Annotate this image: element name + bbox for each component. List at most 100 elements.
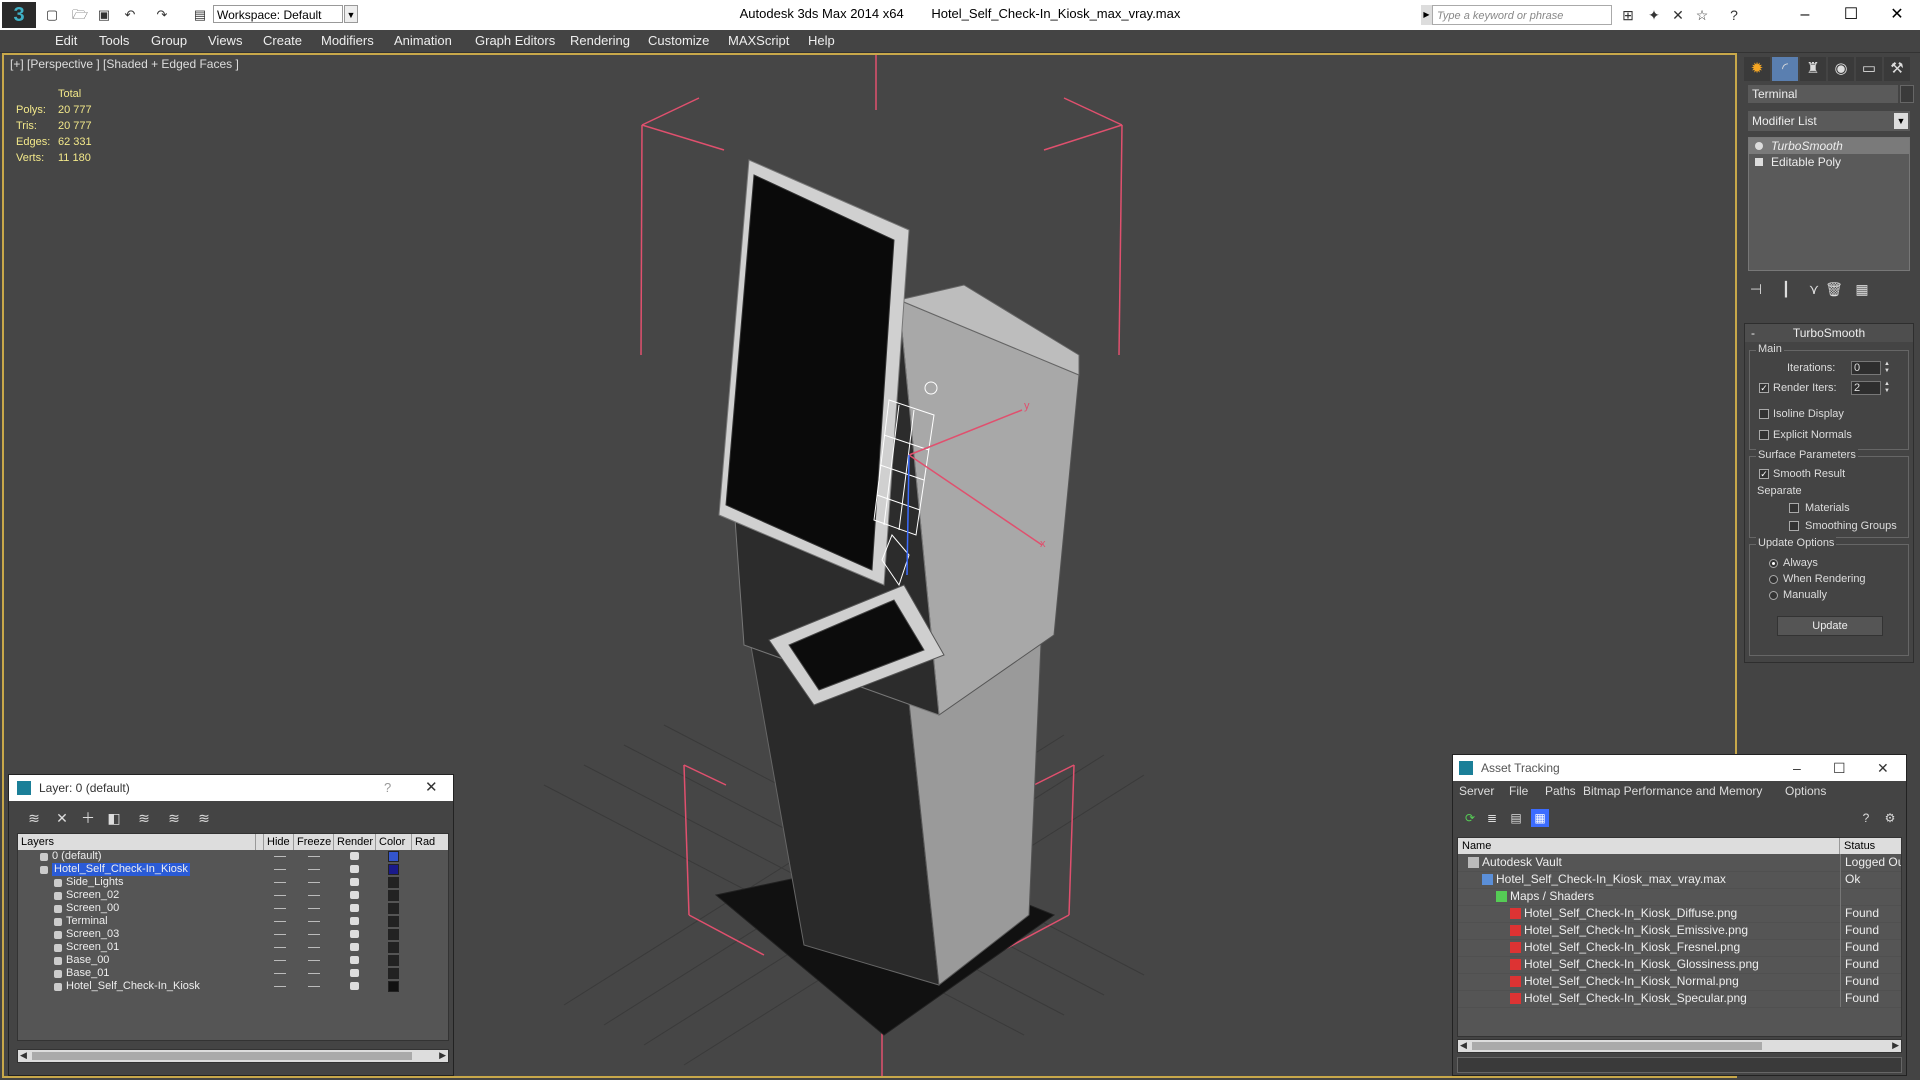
tree-view-icon[interactable]: ▤ (1507, 809, 1525, 827)
update-button[interactable]: Update (1777, 616, 1883, 636)
select-objects-icon[interactable]: ◧ (103, 808, 125, 828)
menu-rendering[interactable]: Rendering (570, 30, 630, 52)
menu-maxscript[interactable]: MAXScript (728, 30, 789, 52)
always-radio[interactable] (1769, 559, 1778, 568)
menu-edit[interactable]: Edit (55, 30, 77, 52)
explicit-normals-checkbox[interactable] (1759, 430, 1769, 440)
layer-name[interactable]: Screen_00 (66, 902, 119, 915)
column-header-name[interactable]: Name (1458, 838, 1840, 854)
help-icon[interactable]: ? (1724, 6, 1744, 24)
layer-name[interactable]: Side_Lights (66, 876, 124, 889)
layer-color-swatch[interactable] (388, 864, 399, 875)
layer-row[interactable]: Terminal (18, 915, 448, 928)
render-toggle-icon[interactable] (350, 969, 359, 977)
render-iters-spinner[interactable]: 2 (1851, 381, 1881, 395)
hide-toggle[interactable] (274, 895, 286, 896)
layer-name[interactable]: Hotel_Self_Check-In_Kiosk (66, 980, 200, 993)
add-to-layer-icon[interactable]: ＋ (77, 808, 99, 828)
render-toggle-icon[interactable] (350, 943, 359, 951)
hide-all-icon[interactable]: ≋ (163, 808, 185, 828)
menu-create[interactable]: Create (263, 30, 302, 52)
viewport-label[interactable]: [+] [Perspective ] [Shaded + Edged Faces… (10, 57, 239, 71)
favorites-star-icon[interactable]: ☆ (1692, 6, 1712, 24)
stack-item-editable-poly[interactable]: Editable Poly (1749, 154, 1909, 170)
render-toggle-icon[interactable] (350, 878, 359, 886)
hide-toggle[interactable] (274, 960, 286, 961)
chevron-down-icon[interactable]: ▼ (1894, 113, 1908, 129)
maximize-button[interactable]: ☐ (1828, 0, 1874, 30)
menu-paths[interactable]: Paths (1545, 784, 1576, 798)
layer-row[interactable]: Screen_03 (18, 928, 448, 941)
manually-radio[interactable] (1769, 591, 1778, 600)
iterations-spinner[interactable]: 0 (1851, 361, 1881, 375)
layer-color-swatch[interactable] (388, 929, 399, 940)
list-view-icon[interactable]: ≣ (1483, 809, 1501, 827)
motion-tab-icon[interactable]: ◉ (1828, 57, 1854, 81)
render-toggle-icon[interactable] (350, 917, 359, 925)
menu-options[interactable]: Options (1785, 784, 1826, 798)
minimize-button[interactable]: – (1782, 0, 1828, 30)
layer-row[interactable]: Base_00 (18, 954, 448, 967)
layer-name[interactable]: Base_01 (66, 967, 109, 980)
hide-toggle[interactable] (274, 921, 286, 922)
asset-row[interactable]: Hotel_Self_Check-In_Kiosk_Specular.png Fo… (1458, 990, 1901, 1008)
freeze-toggle[interactable] (308, 921, 320, 922)
horizontal-scrollbar[interactable]: ◀ ▶ (1457, 1039, 1902, 1053)
rollout-header[interactable]: - TurboSmooth (1745, 324, 1913, 342)
layer-color-swatch[interactable] (388, 968, 399, 979)
freeze-toggle[interactable] (308, 856, 320, 857)
layer-row[interactable]: Hotel_Self_Check-In_Kiosk (18, 980, 448, 993)
layer-name[interactable]: Screen_03 (66, 928, 119, 941)
minimize-icon[interactable]: – (1793, 755, 1801, 781)
hide-toggle[interactable] (274, 856, 286, 857)
menu-group[interactable]: Group (151, 30, 187, 52)
layer-name[interactable]: Terminal (66, 915, 108, 928)
column-header-freeze[interactable]: Freeze (294, 834, 334, 850)
column-header-layers[interactable]: Layers (18, 834, 256, 850)
layer-color-swatch[interactable] (388, 916, 399, 927)
render-iters-checkbox[interactable]: ✓ (1759, 383, 1769, 393)
column-header-render[interactable]: Render (334, 834, 376, 850)
pin-stack-icon[interactable]: ⊣ (1746, 279, 1766, 299)
layer-name[interactable]: Screen_01 (66, 941, 119, 954)
asset-row[interactable]: Hotel_Self_Check-In_Kiosk_Fresnel.png Fou… (1458, 939, 1901, 957)
scroll-right-icon[interactable]: ▶ (1892, 1040, 1899, 1051)
asset-row[interactable]: Hotel_Self_Check-In_Kiosk_Normal.png Foun… (1458, 973, 1901, 991)
column-header-status[interactable]: Status (1840, 838, 1901, 854)
layer-name[interactable]: 0 (default) (52, 850, 102, 863)
scroll-left-icon[interactable]: ◀ (20, 1050, 27, 1061)
lightbulb-icon[interactable] (1755, 142, 1763, 150)
search-expand-icon[interactable]: ▶ (1421, 5, 1432, 25)
layer-name[interactable]: Hotel_Self_Check-In_Kiosk (52, 863, 190, 876)
subscription-icon[interactable]: ✦ (1644, 6, 1664, 24)
layer-row[interactable]: Hotel_Self_Check-In_Kiosk (18, 863, 448, 876)
freeze-toggle[interactable] (308, 934, 320, 935)
freeze-toggle[interactable] (308, 986, 320, 987)
smooth-result-checkbox[interactable]: ✓ (1759, 469, 1769, 479)
scroll-right-icon[interactable]: ▶ (439, 1050, 446, 1061)
show-end-result-icon[interactable]: ┃ (1776, 279, 1796, 299)
hide-toggle[interactable] (274, 882, 286, 883)
render-toggle-icon[interactable] (350, 891, 359, 899)
scrollbar-thumb[interactable] (32, 1052, 412, 1060)
help-icon[interactable]: ? (384, 775, 391, 801)
asset-row[interactable]: Hotel_Self_Check-In_Kiosk_Emissive.png Fo… (1458, 922, 1901, 940)
layer-row[interactable]: Screen_02 (18, 889, 448, 902)
layer-color-swatch[interactable] (388, 890, 399, 901)
hide-toggle[interactable] (274, 908, 286, 909)
layer-color-swatch[interactable] (388, 877, 399, 888)
menu-bitmap-performance[interactable]: Bitmap Performance and Memory (1583, 784, 1762, 798)
hide-toggle[interactable] (274, 947, 286, 948)
freeze-toggle[interactable] (308, 947, 320, 948)
layer-color-swatch[interactable] (388, 903, 399, 914)
asset-row[interactable]: Autodesk Vault Logged Out (1458, 854, 1901, 872)
highlight-layer-icon[interactable]: ≋ (133, 808, 155, 828)
hide-toggle[interactable] (274, 986, 286, 987)
communication-icon[interactable]: ✕ (1668, 6, 1688, 24)
render-toggle-icon[interactable] (350, 904, 359, 912)
freeze-toggle[interactable] (308, 960, 320, 961)
object-color-swatch[interactable] (1900, 85, 1914, 103)
column-header-hide[interactable]: Hide (264, 834, 294, 850)
display-tab-icon[interactable]: ▭ (1856, 57, 1882, 81)
new-layer-icon[interactable]: ≋ (23, 808, 45, 828)
